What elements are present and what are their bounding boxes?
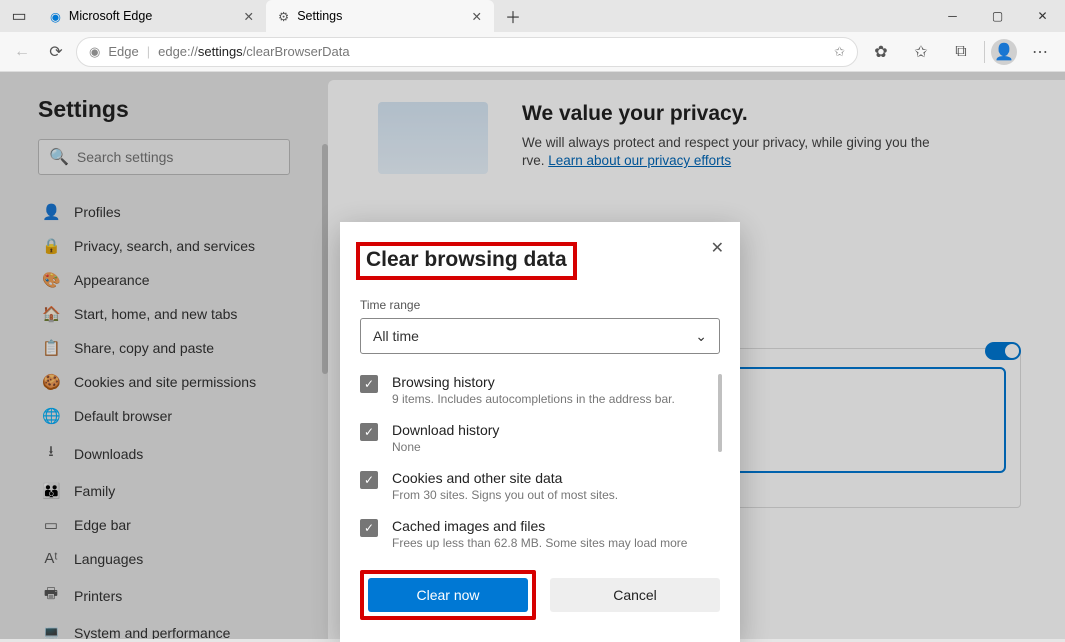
checkbox-icon[interactable]: ✓ [360, 519, 378, 537]
collections-icon[interactable]: ⧉ [944, 43, 978, 61]
dialog-title-highlight: Clear browsing data [356, 242, 577, 280]
checkbox-icon[interactable]: ✓ [360, 471, 378, 489]
tab-label: Microsoft Edge [69, 9, 152, 23]
option-label: Download history [392, 422, 499, 438]
person-icon: 👤 [994, 42, 1014, 62]
time-range-value: All time [373, 328, 419, 344]
checkbox-icon[interactable]: ✓ [360, 423, 378, 441]
clear-option-0[interactable]: ✓ Browsing history 9 items. Includes autoc… [360, 374, 720, 406]
option-label: Browsing history [392, 374, 675, 390]
close-window-button[interactable]: ✕ [1020, 0, 1065, 32]
addr-url-post: /clearBrowserData [243, 44, 350, 59]
maximize-button[interactable]: ▢ [975, 0, 1020, 32]
addr-sep: | [147, 44, 150, 59]
clear-browsing-data-dialog: ✕ Clear browsing data Time range All tim… [340, 222, 740, 642]
tab-actions-icon[interactable]: ▭ [0, 0, 38, 32]
clear-now-button[interactable]: Clear now [368, 578, 528, 612]
dialog-options: ✓ Browsing history 9 items. Includes autoc… [360, 374, 720, 550]
option-sub: From 30 sites. Signs you out of most sit… [392, 488, 618, 502]
address-bar[interactable]: ◉ Edge | edge://settings/clearBrowserDat… [76, 37, 858, 67]
time-range-select[interactable]: All time ⌄ [360, 318, 720, 354]
option-sub: None [392, 440, 499, 454]
back-button: ← [8, 43, 36, 61]
close-icon[interactable]: ✕ [472, 9, 482, 24]
dialog-title: Clear browsing data [366, 248, 567, 272]
options-scrollbar[interactable] [718, 374, 722, 452]
extensions-icon[interactable]: ✿ [864, 42, 898, 62]
profile-avatar[interactable]: 👤 [991, 39, 1017, 65]
clear-option-1[interactable]: ✓ Download history None [360, 422, 720, 454]
edge-logo-icon: ◉ [89, 44, 100, 60]
new-tab-button[interactable]: ＋ [494, 0, 532, 32]
separator [984, 41, 985, 63]
clear-option-3[interactable]: ✓ Cached images and files Frees up less th… [360, 518, 720, 550]
close-icon[interactable]: ✕ [244, 9, 254, 24]
content-area: Settings 🔍 👤Profiles🔒Privacy, search, an… [0, 72, 1065, 639]
cancel-button[interactable]: Cancel [550, 578, 720, 612]
option-sub: 9 items. Includes autocompletions in the… [392, 392, 675, 406]
option-sub: Frees up less than 62.8 MB. Some sites m… [392, 536, 687, 550]
addr-url-bold: settings [198, 44, 243, 59]
minimize-button[interactable]: ─ [930, 0, 975, 32]
edge-logo-icon: ◉ [50, 9, 61, 24]
dialog-close-icon[interactable]: ✕ [711, 238, 724, 258]
favorites-icon[interactable]: ✩ [904, 42, 938, 62]
option-label: Cookies and other site data [392, 470, 618, 486]
clear-option-2[interactable]: ✓ Cookies and other site data From 30 site… [360, 470, 720, 502]
more-menu-icon[interactable]: ⋯ [1023, 42, 1057, 62]
browser-toolbar: ← ⟳ ◉ Edge | edge://settings/clearBrowse… [0, 32, 1065, 72]
addr-scheme: Edge [108, 44, 138, 59]
time-range-label: Time range [360, 298, 720, 312]
chevron-down-icon: ⌄ [695, 328, 707, 345]
favorite-icon[interactable]: ✩ [834, 44, 845, 60]
addr-url-pre: edge:// [158, 44, 198, 59]
gear-icon: ⚙ [278, 9, 289, 24]
window-titlebar: ▭ ◉ Microsoft Edge ✕ ⚙ Settings ✕ ＋ ─ ▢ … [0, 0, 1065, 32]
tab-label: Settings [297, 9, 342, 23]
reload-button[interactable]: ⟳ [42, 42, 70, 62]
option-label: Cached images and files [392, 518, 687, 534]
checkbox-icon[interactable]: ✓ [360, 375, 378, 393]
tab-settings[interactable]: ⚙ Settings ✕ [266, 0, 494, 32]
tab-edge[interactable]: ◉ Microsoft Edge ✕ [38, 0, 266, 32]
clear-now-highlight: Clear now [360, 570, 536, 620]
